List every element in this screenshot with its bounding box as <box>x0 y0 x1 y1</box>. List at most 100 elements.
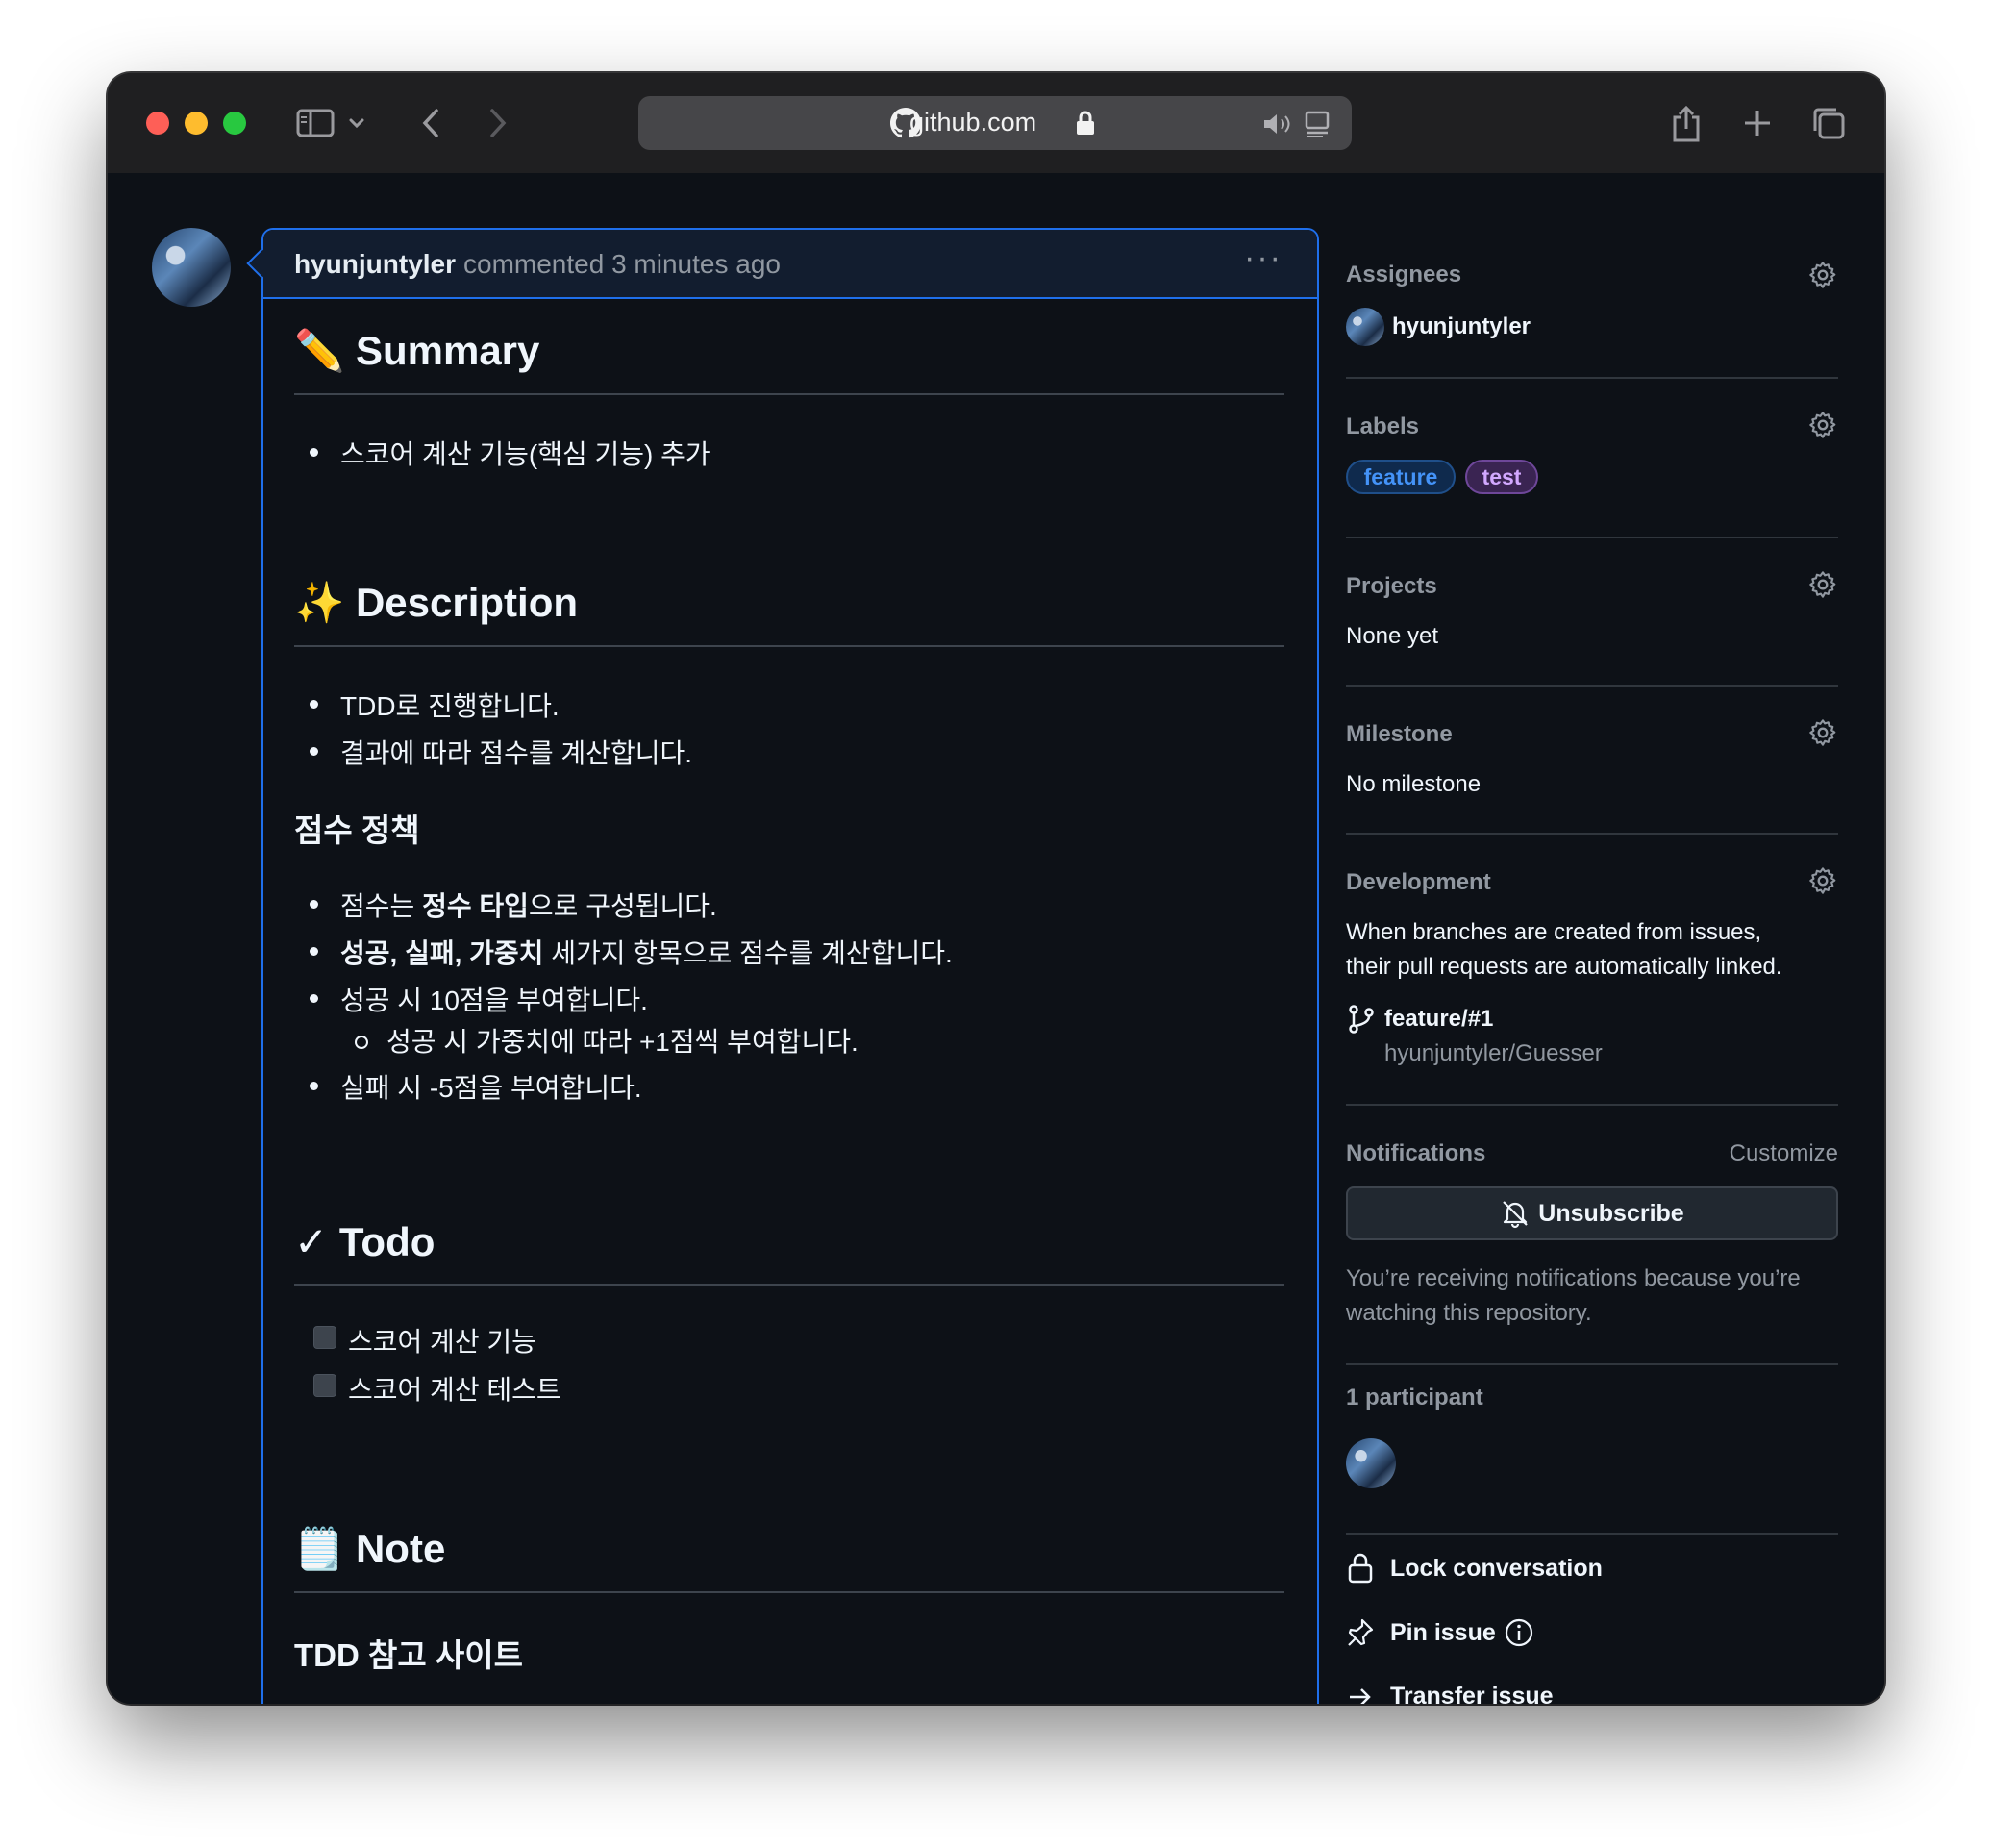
info-icon[interactable] <box>1504 1617 1534 1648</box>
transfer-issue-label: Transfer issue <box>1390 1683 1554 1704</box>
list-item: 결과에 따라 점수를 계산합니다. <box>340 738 692 768</box>
transfer-issue-button[interactable]: Transfer issue <box>1346 1683 1554 1704</box>
projects-gear-icon[interactable] <box>1807 569 1838 600</box>
list-item: 스코어 계산 기능(핵심 기능) 추가 <box>340 439 710 469</box>
heading-divider <box>294 1284 1284 1286</box>
comment-more-options-button[interactable]: ··· <box>1244 239 1282 277</box>
comment-timestamp[interactable]: commented 3 minutes ago <box>463 249 781 280</box>
assignees-title[interactable]: Assignees <box>1346 262 1461 288</box>
sidebar-divider <box>1346 377 1838 379</box>
assignee-name[interactable]: hyunjuntyler <box>1392 313 1531 340</box>
chevron-down-icon[interactable] <box>342 98 371 148</box>
linked-branch-link[interactable]: feature/#1 <box>1384 1006 1493 1033</box>
development-gear-icon[interactable] <box>1807 865 1838 896</box>
bullet <box>310 700 318 709</box>
sidebar-toggle-icon[interactable] <box>290 98 340 148</box>
bell-slash-icon <box>1503 1201 1529 1229</box>
sub-bullet <box>355 1036 368 1049</box>
lock-conversation-label: Lock conversation <box>1390 1554 1603 1582</box>
task-checkbox[interactable] <box>313 1326 336 1349</box>
label-test[interactable]: test <box>1465 460 1538 494</box>
sidebar-divider <box>1346 1363 1838 1365</box>
sidebar-divider <box>1346 833 1838 835</box>
list-item: 실패 시 -5점을 부여합니다. <box>340 1073 642 1103</box>
close-window-button[interactable] <box>146 112 169 135</box>
customize-link[interactable]: Customize <box>1730 1140 1838 1167</box>
task-item: 스코어 계산 기능 <box>348 1327 536 1357</box>
forward-icon[interactable] <box>473 98 523 148</box>
address-bar[interactable]: github.com <box>638 96 1352 150</box>
check-mark-icon: ✓ <box>294 1219 329 1264</box>
comment-author-link[interactable]: hyunjuntyler <box>294 249 456 280</box>
speaker-icon[interactable] <box>1261 112 1292 137</box>
list-item: 성공, 실패, 가중치 세가지 항목으로 점수를 계산합니다. <box>340 938 953 968</box>
list-item: 성공 시 10점을 부여합니다. <box>340 986 648 1015</box>
assignee-avatar[interactable] <box>1346 308 1384 346</box>
development-text: When branches are created from issues, <box>1346 919 1762 945</box>
lock-icon <box>1077 111 1094 135</box>
tab-overview-icon[interactable] <box>1804 98 1854 148</box>
projects-title[interactable]: Projects <box>1346 573 1437 600</box>
new-tab-icon[interactable] <box>1732 98 1782 148</box>
assignees-gear-icon[interactable] <box>1807 260 1838 290</box>
label-feature[interactable]: feature <box>1346 460 1456 494</box>
pin-icon <box>1348 1618 1374 1646</box>
linked-repo[interactable]: hyunjuntyler/Guesser <box>1384 1040 1603 1067</box>
notifications-title: Notifications <box>1346 1140 1486 1166</box>
url-text: github.com <box>909 108 1037 137</box>
sub-list-item: 성공 시 가중치에 따라 +1점씩 부여합니다. <box>386 1027 859 1057</box>
lock-icon <box>1348 1553 1373 1584</box>
pin-issue-label: Pin issue <box>1390 1618 1496 1646</box>
task-checkbox[interactable] <box>313 1374 336 1397</box>
sidebar-divider <box>1346 1533 1838 1535</box>
arrow-right-icon <box>1350 1687 1371 1704</box>
bullet <box>310 947 318 956</box>
sparkles-emoji-icon: ✨ <box>294 580 345 625</box>
labels-title[interactable]: Labels <box>1346 413 1419 440</box>
participant-avatar[interactable] <box>1346 1438 1396 1488</box>
author-avatar[interactable] <box>152 228 231 307</box>
task-item: 스코어 계산 테스트 <box>348 1375 561 1405</box>
issue-page: hyunjuntyler commented 3 minutes ago ···… <box>108 173 1884 1704</box>
milestone-value: No milestone <box>1346 771 1482 797</box>
bullet <box>310 900 318 909</box>
minimize-window-button[interactable] <box>185 112 208 135</box>
reader-icon[interactable] <box>1304 110 1331 138</box>
browser-window: github.com hyunjuntyler commented 3 minu… <box>108 73 1884 1704</box>
description-heading: ✨ Description <box>294 580 579 625</box>
heading-divider <box>294 393 1284 395</box>
pencil-emoji-icon: ✏️ <box>294 328 345 373</box>
sidebar-divider <box>1346 537 1838 538</box>
development-title[interactable]: Development <box>1346 869 1491 896</box>
list-item: 점수는 정수 타입으로 구성됩니다. <box>340 891 717 921</box>
development-text: their pull requests are automatically li… <box>1346 954 1782 980</box>
heading-divider <box>294 1591 1284 1593</box>
milestone-title[interactable]: Milestone <box>1346 721 1453 748</box>
notepad-emoji-icon: 🗒️ <box>294 1526 345 1571</box>
share-icon[interactable] <box>1661 98 1711 148</box>
participants-title: 1 participant <box>1346 1385 1483 1411</box>
summary-heading: ✏️ Summary <box>294 328 540 373</box>
comment-header: hyunjuntyler commented 3 minutes ago ··· <box>263 230 1317 299</box>
maximize-window-button[interactable] <box>223 112 246 135</box>
unsubscribe-label: Unsubscribe <box>1538 1199 1684 1227</box>
list-item: TDD로 진행합니다. <box>340 691 560 721</box>
bullet <box>310 747 318 756</box>
branch-icon <box>1349 1005 1374 1034</box>
todo-heading: ✓ Todo <box>294 1219 436 1264</box>
labels-gear-icon[interactable] <box>1807 410 1838 440</box>
back-icon[interactable] <box>406 98 456 148</box>
browser-toolbar: github.com <box>108 73 1884 174</box>
projects-value: None yet <box>1346 623 1439 649</box>
lock-conversation-button[interactable]: Lock conversation <box>1346 1552 1603 1585</box>
notification-reason-text: watching this repository. <box>1346 1300 1592 1326</box>
bullet <box>310 448 318 457</box>
tdd-reference-heading: TDD 참고 사이트 <box>294 1637 523 1673</box>
unsubscribe-button[interactable]: Unsubscribe <box>1346 1186 1838 1240</box>
bullet <box>310 994 318 1003</box>
heading-divider <box>294 645 1284 647</box>
milestone-gear-icon[interactable] <box>1807 717 1838 748</box>
note-heading: 🗒️ Note <box>294 1526 446 1571</box>
bullet <box>310 1082 318 1090</box>
pin-issue-button[interactable]: Pin issue <box>1346 1617 1534 1648</box>
